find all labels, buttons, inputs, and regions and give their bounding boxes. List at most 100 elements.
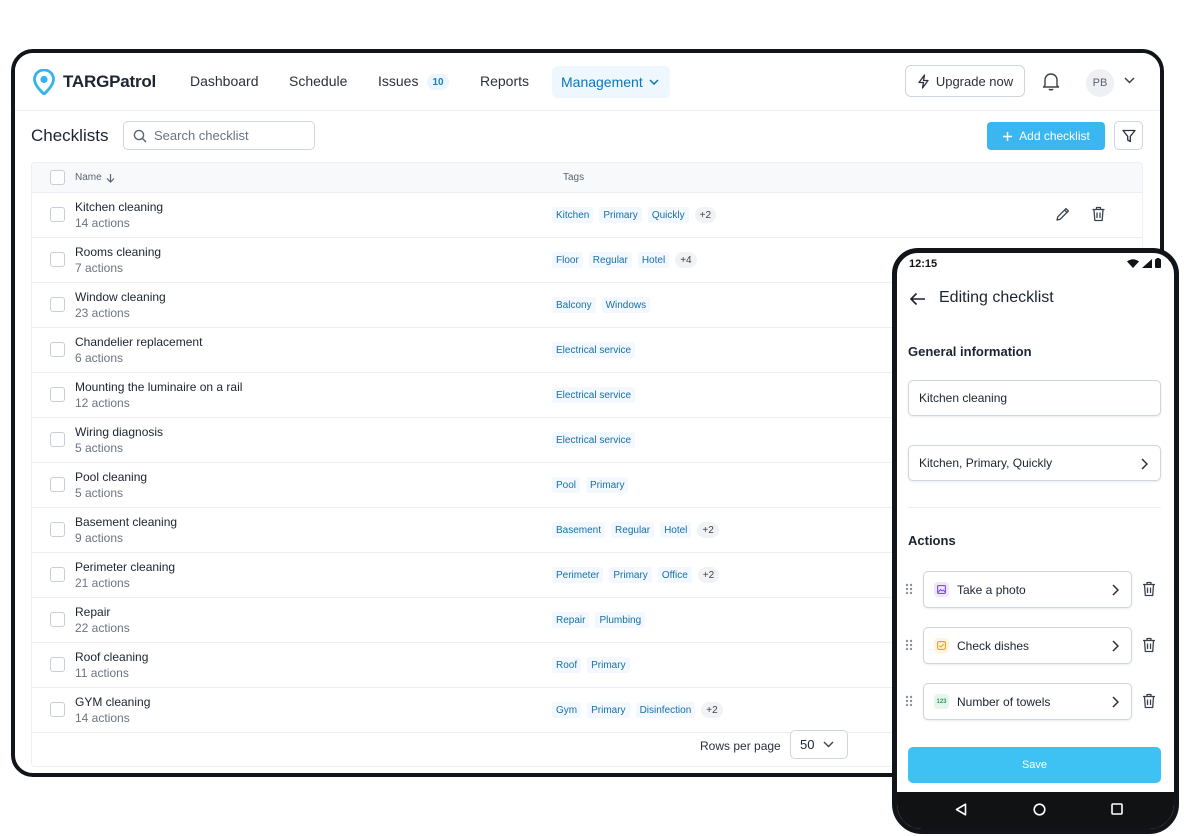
back-triangle-icon[interactable] (955, 803, 967, 816)
chevron-down-icon[interactable] (1124, 77, 1135, 84)
row-checkbox[interactable] (50, 297, 65, 312)
tag-chip: Floor (552, 252, 583, 268)
row-action-count: 22 actions (75, 621, 130, 635)
action-label: Check dishes (957, 638, 1030, 653)
more-tags-badge[interactable]: +2 (697, 522, 719, 538)
add-checklist-label: Add checklist (1019, 129, 1090, 143)
row-name[interactable]: Wiring diagnosis (75, 425, 163, 439)
android-nav-bar (897, 792, 1174, 829)
row-checkbox[interactable] (50, 702, 65, 717)
wifi-icon (1127, 258, 1139, 268)
row-checkbox[interactable] (50, 387, 65, 402)
row-action-count: 5 actions (75, 441, 124, 455)
row-name[interactable]: GYM cleaning (75, 695, 150, 709)
drag-handle-icon[interactable] (905, 695, 913, 707)
row-tags: Electrical service (552, 342, 636, 358)
drag-handle-icon[interactable] (905, 639, 913, 651)
row-checkbox[interactable] (50, 207, 65, 222)
home-circle-icon[interactable] (1033, 803, 1046, 816)
trash-icon[interactable] (1142, 637, 1156, 653)
action-card[interactable]: 123 Number of towels (923, 683, 1132, 720)
drag-handle-icon[interactable] (905, 583, 913, 595)
chevron-right-icon (1112, 696, 1119, 708)
row-name[interactable]: Perimeter cleaning (75, 560, 175, 574)
more-tags-badge[interactable]: +2 (694, 207, 717, 223)
row-name[interactable]: Mounting the luminaire on a rail (75, 380, 242, 394)
action-item: Take a photo (905, 571, 1165, 608)
row-checkbox[interactable] (50, 657, 65, 672)
row-tags: Basement Regular Hotel +2 (552, 522, 719, 538)
trash-icon[interactable] (1091, 206, 1106, 222)
action-card[interactable]: Take a photo (923, 571, 1132, 608)
column-name-header[interactable]: Name (75, 172, 115, 183)
tag-chip: Regular (611, 522, 655, 538)
tag-chip: Quickly (647, 207, 689, 223)
tag-chip: Electrical service (552, 342, 636, 358)
trash-icon[interactable] (1142, 693, 1156, 709)
actions-heading: Actions (908, 533, 956, 548)
row-checkbox[interactable] (50, 612, 65, 627)
row-name[interactable]: Rooms cleaning (75, 245, 161, 259)
select-all-checkbox[interactable] (50, 170, 65, 185)
action-label: Number of towels (957, 694, 1051, 709)
trash-icon[interactable] (1142, 581, 1156, 597)
tag-chip: Roof (552, 657, 582, 673)
recents-square-icon[interactable] (1111, 803, 1123, 815)
tag-chip: Repair (552, 612, 590, 628)
checklist-tags-field[interactable]: Kitchen, Primary, Quickly (908, 445, 1161, 481)
tag-chip: Gym (552, 702, 582, 718)
general-info-heading: General information (908, 344, 1032, 359)
status-icons (1127, 258, 1161, 268)
rows-per-page-label: Rows per page (700, 739, 781, 753)
issues-count-badge: 10 (427, 74, 449, 90)
row-checkbox[interactable] (50, 432, 65, 447)
upgrade-button[interactable]: Upgrade now (905, 65, 1025, 97)
edit-pencil-icon[interactable] (1055, 206, 1071, 222)
nav-dashboard[interactable]: Dashboard (190, 73, 259, 89)
back-arrow-icon[interactable] (909, 292, 926, 306)
user-avatar[interactable]: PB (1086, 69, 1114, 97)
more-tags-badge[interactable]: +2 (697, 567, 720, 583)
table-header: Name Tags (32, 163, 1142, 193)
row-actions (1055, 206, 1106, 222)
tag-chip: Primary (609, 567, 652, 583)
search-input[interactable] (154, 128, 304, 143)
row-checkbox[interactable] (50, 342, 65, 357)
filter-button[interactable] (1114, 121, 1143, 150)
more-tags-badge[interactable]: +4 (675, 252, 697, 268)
row-checkbox[interactable] (50, 567, 65, 582)
tag-chip: Kitchen (552, 207, 594, 223)
row-action-count: 23 actions (75, 306, 130, 320)
row-checkbox[interactable] (50, 477, 65, 492)
checklist-name-field[interactable]: Kitchen cleaning (908, 380, 1161, 416)
top-navigation: TARGPatrol Dashboard Schedule Issues 10 … (15, 53, 1160, 111)
add-checklist-button[interactable]: Add checklist (987, 122, 1105, 150)
row-checkbox[interactable] (50, 252, 65, 267)
more-tags-badge[interactable]: +2 (701, 702, 723, 718)
row-checkbox[interactable] (50, 522, 65, 537)
nav-issues[interactable]: Issues (378, 73, 418, 89)
table-row[interactable]: Kitchen cleaning 14 actions Kitchen Primary… (32, 193, 1142, 238)
row-name[interactable]: Pool cleaning (75, 470, 147, 484)
chevron-down-icon (649, 79, 659, 85)
nav-management[interactable]: Management (552, 66, 670, 98)
bell-icon[interactable] (1042, 72, 1060, 91)
row-name[interactable]: Basement cleaning (75, 515, 177, 529)
row-name[interactable]: Window cleaning (75, 290, 166, 304)
tag-chip: Basement (552, 522, 606, 538)
action-card[interactable]: Check dishes (923, 627, 1132, 664)
rows-per-page-select[interactable]: 50 (790, 730, 848, 759)
tag-chip: Balcony (552, 297, 596, 313)
checklist-name-value: Kitchen cleaning (919, 391, 1008, 405)
row-name[interactable]: Roof cleaning (75, 650, 148, 664)
brand-logo[interactable]: TARGPatrol (33, 69, 156, 95)
search-box[interactable] (123, 121, 315, 150)
row-name[interactable]: Repair (75, 605, 110, 619)
row-name[interactable]: Chandelier replacement (75, 335, 202, 349)
nav-schedule[interactable]: Schedule (289, 73, 347, 89)
signal-icon (1142, 258, 1152, 268)
save-button[interactable]: Save (908, 747, 1161, 783)
row-name[interactable]: Kitchen cleaning (75, 200, 163, 214)
nav-management-label: Management (561, 74, 643, 90)
nav-reports[interactable]: Reports (480, 73, 529, 89)
